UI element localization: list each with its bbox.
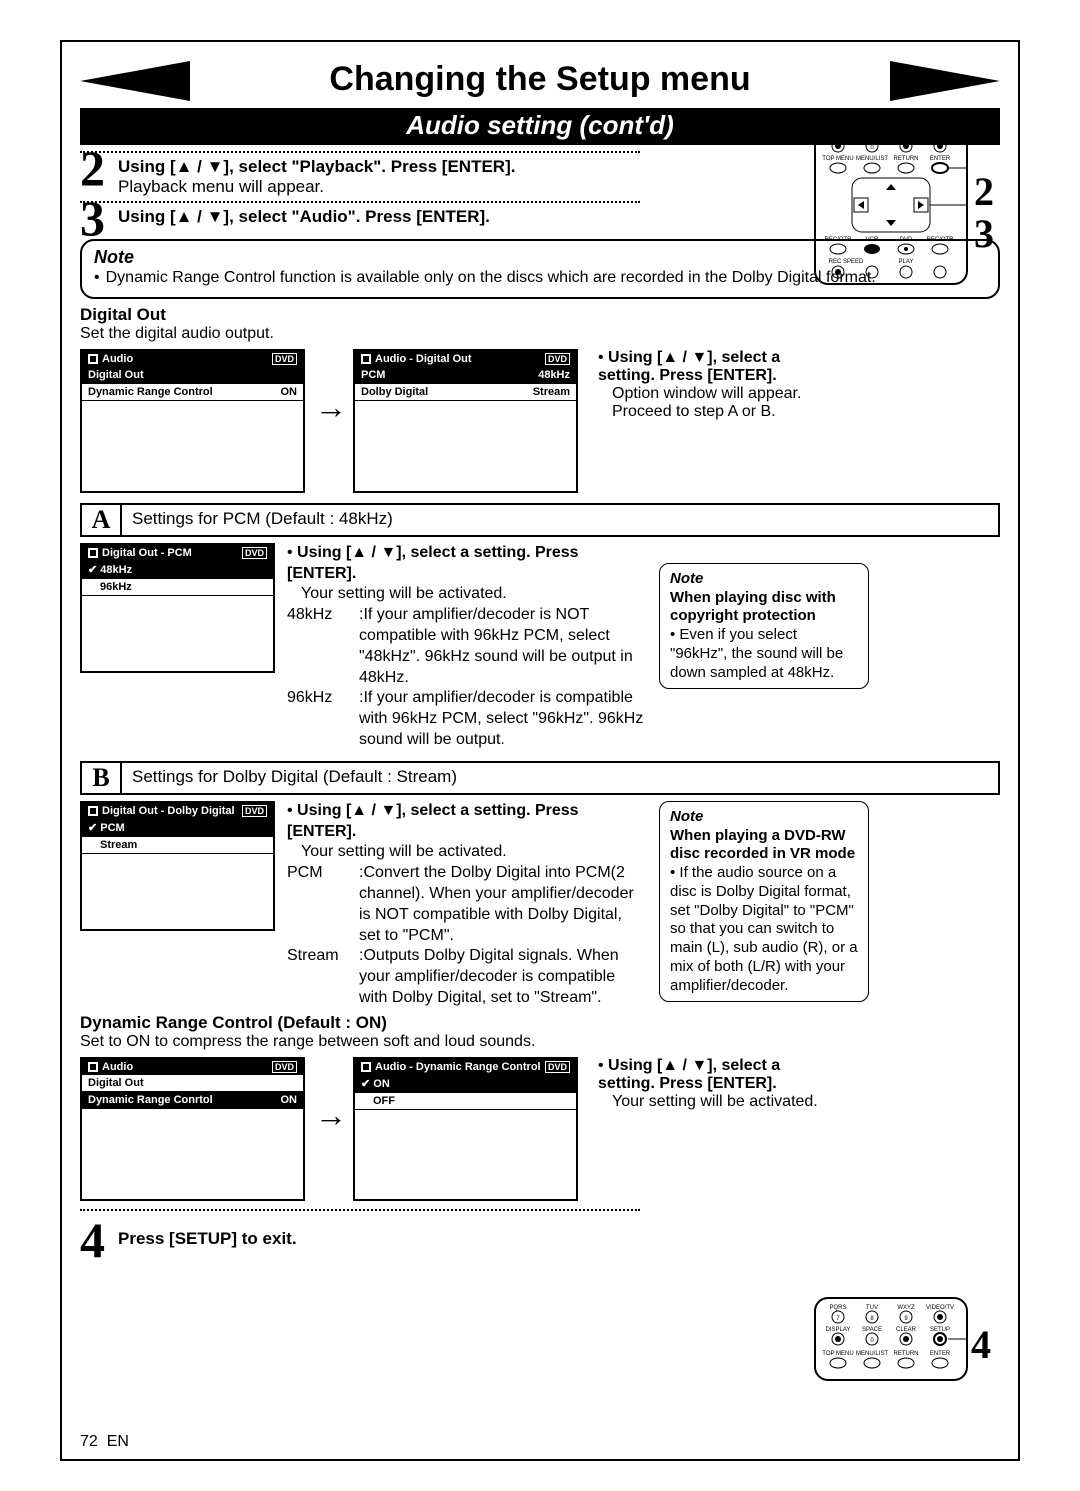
svg-text:0: 0 [870, 145, 874, 151]
svg-text:8: 8 [870, 1316, 874, 1322]
step2-text: Playback menu will appear. [118, 177, 640, 197]
svg-text:VCR: VCR [866, 237, 879, 243]
svg-text:REC/OTR: REC/OTR [825, 237, 853, 243]
section-b-header: B Settings for Dolby Digital (Default : … [80, 761, 1000, 795]
svg-text:RETURN: RETURN [894, 1351, 919, 1357]
instr-drc-activated: Your setting will be activated. [598, 1093, 838, 1111]
osd-drc: Audio - Dynamic Range ControlDVD ON OFF [353, 1057, 578, 1201]
instrB-select: Using [▲ / ▼], select a setting. Press [… [287, 802, 579, 840]
svg-text:SETUP: SETUP [930, 134, 950, 140]
svg-text:CLEAR: CLEAR [896, 134, 917, 140]
drc-heading: Dynamic Range Control (Default : ON) [80, 1013, 1000, 1033]
osd-dolby: Digital Out - Dolby DigitalDVD PCM Strea… [80, 801, 275, 931]
drc-sub: Set to ON to compress the range between … [80, 1033, 1000, 1051]
svg-text:WXYZ: WXYZ [897, 1305, 915, 1311]
step2-instruction: Using [▲ / ▼], select "Playback". Press … [118, 157, 640, 177]
remote-diagram: DISPLAY SPACE CLEAR SETUP 0 TOP MENUMENU/LI… [814, 126, 968, 285]
instr-proceed: Proceed to step A or B. [598, 403, 828, 421]
svg-text:SPACE: SPACE [862, 134, 882, 140]
osd-audio: AudioDVD Digital Out Dynamic Range Contr… [80, 349, 305, 493]
digital-out-sub: Set the digital audio output. [80, 325, 1000, 343]
instr-drc-select: Using [▲ / ▼], select a setting. Press [… [598, 1057, 780, 1092]
svg-text:REC/OTR: REC/OTR [927, 237, 955, 243]
note-a: Note When playing disc with copyright pr… [659, 563, 869, 690]
section-a-header: A Settings for PCM (Default : 48kHz) [80, 503, 1000, 537]
title-banner: Changing the Setup menu [80, 58, 1000, 104]
instrA-select: Using [▲ / ▼], select a setting. Press [… [287, 544, 579, 582]
svg-text:MENU/LIST: MENU/LIST [856, 1351, 888, 1357]
svg-text:TUV: TUV [866, 1305, 878, 1311]
instrB-activated: Your setting will be activated. [287, 842, 647, 863]
svg-text:TOP MENU: TOP MENU [822, 1351, 853, 1357]
svg-text:SPACE: SPACE [862, 1327, 882, 1333]
svg-text:DVD: DVD [900, 237, 913, 243]
note-b: Note When playing a DVD-RW disc recorded… [659, 801, 869, 1003]
svg-text:7: 7 [836, 1316, 840, 1322]
instr-option-appear: Option window will appear. [598, 385, 828, 403]
svg-text:ENTER: ENTER [930, 1351, 951, 1357]
remote-diagram-bottom: PQRS TUV WXYZ VIDEO/TV 7 8 9 DISPLAY SPACE CL… [814, 1297, 968, 1381]
remote-callout-4: 4 [971, 1321, 991, 1368]
step-number: 4 [80, 1215, 105, 1265]
svg-text:0: 0 [870, 1338, 874, 1344]
page-title: Changing the Setup menu [329, 60, 750, 98]
osd-pcm: Digital Out - PCMDVD 48kHz 96kHz [80, 543, 275, 673]
step-number: 3 [80, 193, 105, 243]
svg-text:VIDEO/TV: VIDEO/TV [926, 1305, 954, 1311]
step-4: 4 Press [SETUP] to exit. [80, 1229, 640, 1249]
svg-text:CLEAR: CLEAR [896, 1327, 917, 1333]
svg-text:MENU/LIST: MENU/LIST [856, 156, 888, 162]
svg-text:REC SPEED: REC SPEED [829, 259, 864, 265]
svg-text:9: 9 [904, 1316, 908, 1322]
svg-text:PQRS: PQRS [829, 1305, 846, 1311]
osd-audio2: AudioDVD Digital Out Dynamic Range Conrt… [80, 1057, 305, 1201]
step-3: 3 Using [▲ / ▼], select "Audio". Press [… [80, 207, 640, 227]
svg-text:DISPLAY: DISPLAY [826, 134, 851, 140]
step-number: 2 [80, 143, 105, 193]
step-2: 2 Using [▲ / ▼], select "Playback". Pres… [80, 157, 640, 197]
digital-out-heading: Digital Out [80, 305, 1000, 325]
svg-text:RETURN: RETURN [894, 156, 919, 162]
step3-instruction: Using [▲ / ▼], select "Audio". Press [EN… [118, 207, 640, 227]
arrow-icon: → [315, 1097, 343, 1134]
arrow-icon: → [315, 389, 343, 426]
svg-text:TOP MENU: TOP MENU [822, 156, 853, 162]
remote-callout-3: 3 [974, 214, 994, 254]
instrA-activated: Your setting will be activated. [287, 584, 647, 605]
svg-text:DISPLAY: DISPLAY [826, 1327, 851, 1333]
svg-text:PLAY: PLAY [899, 259, 914, 265]
step4-instruction: Press [SETUP] to exit. [118, 1229, 640, 1249]
instr-select-setting: Using [▲ / ▼], select a setting. Press [… [598, 349, 780, 384]
remote-callout-2: 2 [974, 172, 994, 212]
page-number: 72 EN [80, 1433, 129, 1451]
osd-digital-out: Audio - Digital OutDVD PCM48kHz Dolby Di… [353, 349, 578, 493]
svg-text:ENTER: ENTER [930, 156, 951, 162]
